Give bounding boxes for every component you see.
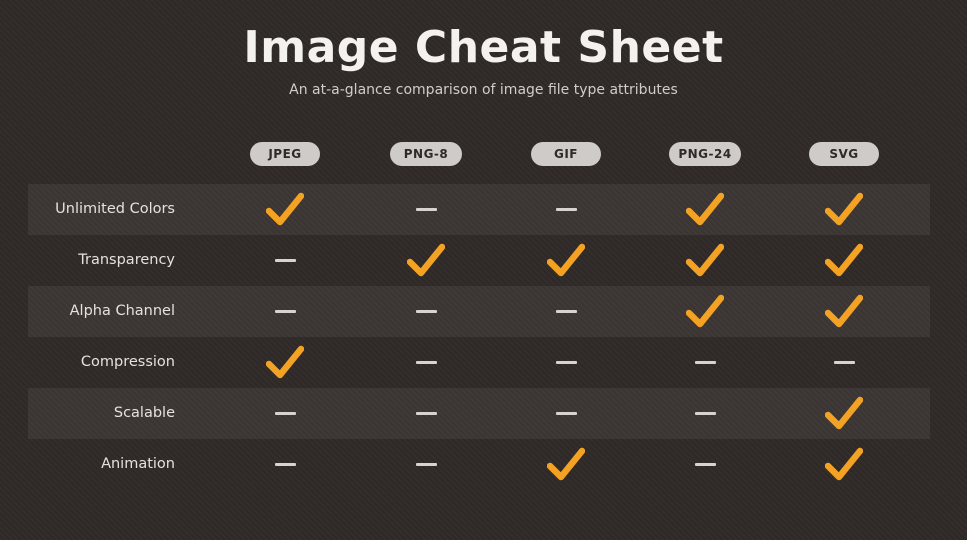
- checkmark-icon: [814, 235, 874, 286]
- row-label: Scalable: [113, 405, 175, 421]
- checkmark-icon: [814, 184, 874, 235]
- row-label: Animation: [101, 456, 175, 472]
- comparison-table: Unlimited Colors Transparency Alpha Channe…: [28, 184, 930, 490]
- dash-icon: [396, 388, 456, 439]
- table-row: Unlimited Colors: [28, 184, 930, 235]
- dash-icon: [255, 388, 315, 439]
- dash-icon: [396, 337, 456, 388]
- row-label: Compression: [80, 354, 175, 370]
- row-label: Alpha Channel: [69, 303, 175, 319]
- checkmark-icon: [675, 286, 735, 337]
- column-header-png-8: PNG-8: [390, 142, 462, 166]
- column-header-jpeg: JPEG: [250, 142, 320, 166]
- checkmark-icon: [255, 184, 315, 235]
- dash-icon: [675, 388, 735, 439]
- checkmark-icon: [675, 235, 735, 286]
- checkmark-icon: [675, 184, 735, 235]
- checkmark-icon: [814, 439, 874, 490]
- dash-icon: [396, 286, 456, 337]
- checkmark-icon: [814, 286, 874, 337]
- dash-icon: [255, 286, 315, 337]
- checkmark-icon: [814, 388, 874, 439]
- page-subtitle: An at-a-glance comparison of image file …: [289, 82, 678, 98]
- table-row: Compression: [28, 337, 930, 388]
- checkmark-icon: [536, 439, 596, 490]
- dash-icon: [536, 388, 596, 439]
- dash-icon: [396, 439, 456, 490]
- column-header-svg: SVG: [809, 142, 879, 166]
- page-title: Image Cheat Sheet: [243, 22, 724, 73]
- dash-icon: [814, 337, 874, 388]
- dash-icon: [255, 235, 315, 286]
- table-row: Scalable: [28, 388, 930, 439]
- checkmark-icon: [255, 337, 315, 388]
- checkmark-icon: [396, 235, 456, 286]
- column-header-png-24: PNG-24: [669, 142, 741, 166]
- table-row: Transparency: [28, 235, 930, 286]
- checkmark-icon: [536, 235, 596, 286]
- dash-icon: [396, 184, 456, 235]
- dash-icon: [536, 286, 596, 337]
- dash-icon: [536, 337, 596, 388]
- row-label: Transparency: [78, 252, 175, 268]
- table-row: Alpha Channel: [28, 286, 930, 337]
- dash-icon: [675, 337, 735, 388]
- dash-icon: [536, 184, 596, 235]
- table-row: Animation: [28, 439, 930, 490]
- column-header-gif: GIF: [531, 142, 601, 166]
- dash-icon: [675, 439, 735, 490]
- dash-icon: [255, 439, 315, 490]
- row-label: Unlimited Colors: [55, 201, 175, 217]
- column-header-row: JPEG PNG-8 GIF PNG-24 SVG: [0, 142, 967, 166]
